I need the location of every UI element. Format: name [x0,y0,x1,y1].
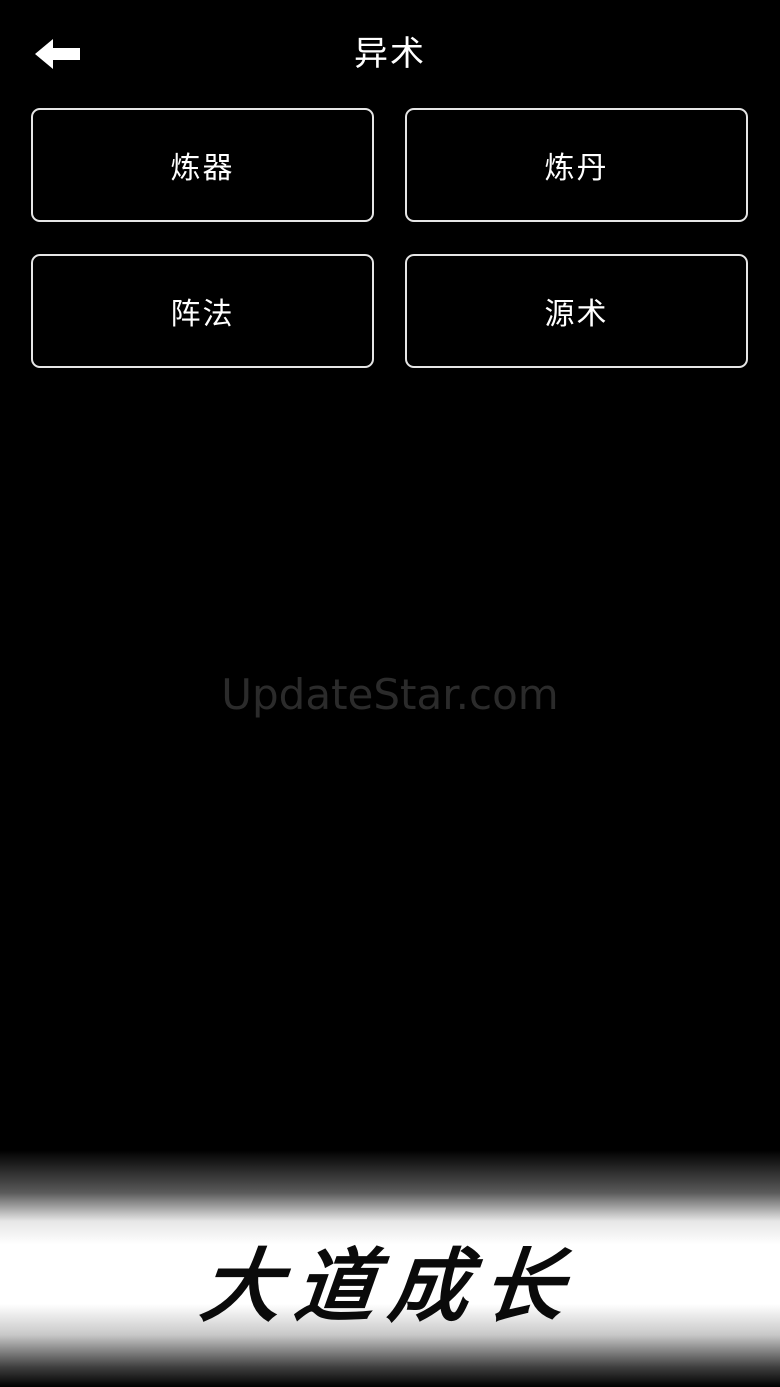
menu-grid: 炼器 炼丹 阵法 源术 [31,108,749,368]
forging-button[interactable]: 炼器 [31,108,374,222]
alchemy-button[interactable]: 炼丹 [405,108,748,222]
watermark: UpdateStar.com [221,670,559,719]
screen: 异术 炼器 炼丹 阵法 源术 UpdateStar.com 大道成长 [0,0,780,1387]
source-art-button[interactable]: 源术 [405,254,748,368]
page-title: 异术 [354,34,426,74]
header: 异术 [0,0,780,108]
slogan-calligraphy: 大道成长 [196,1239,583,1333]
formation-button[interactable]: 阵法 [31,254,374,368]
